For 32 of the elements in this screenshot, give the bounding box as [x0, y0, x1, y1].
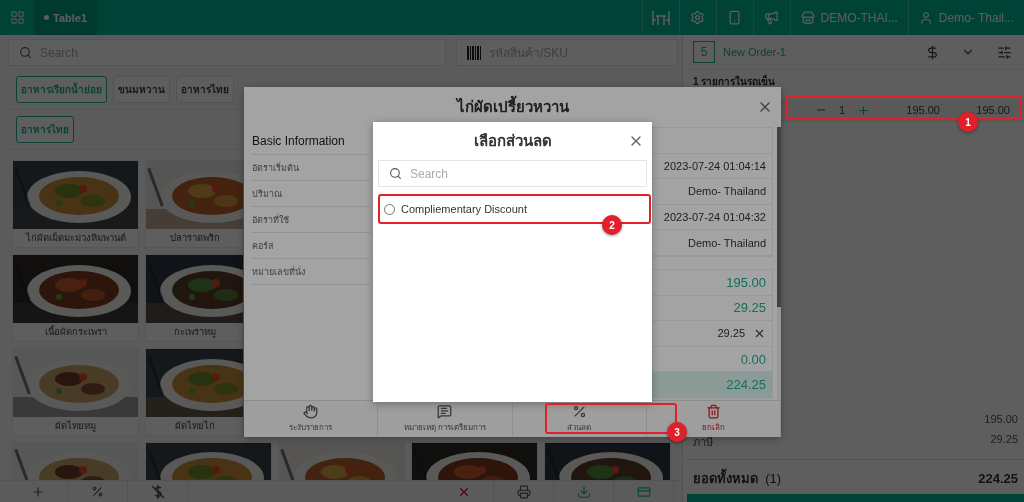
product-name: เนื้อผัดกระเพรา — [43, 324, 108, 339]
field-label: อัตราที่ใช้ — [252, 207, 370, 233]
discount-value: 29.25 — [717, 327, 745, 340]
product-name: ปลาราดพริก — [168, 231, 221, 245]
amount-value: 29.25 — [733, 300, 766, 316]
tax-label: ภาษี — [693, 435, 713, 450]
amount-value: 0.00 — [740, 351, 766, 367]
dialog-title: เลือกส่วนลด — [472, 131, 553, 151]
amount-value: 195.00 — [726, 274, 766, 290]
section-title: Basic Information — [252, 127, 370, 155]
subtotal-value: 195.00 — [984, 413, 1018, 425]
tax-value: 29.25 — [990, 433, 1018, 447]
detail-value: Demo- Thailand — [687, 236, 766, 249]
item-price: 195.00 — [905, 104, 940, 116]
field-label: คอร์ส — [252, 233, 370, 259]
item-total: 195.00 — [975, 104, 1010, 116]
detail-value: Demo- Thailand — [687, 185, 766, 198]
total-value: 224.25 — [978, 471, 1018, 486]
field-label: ปริมาณ — [252, 181, 370, 207]
product-name: ไก่ผัดเม็ดมะม่วงหิมพานต์ — [24, 231, 127, 245]
field-label: หมายเลขที่นั่ง — [252, 259, 370, 285]
total-label: ยอดทั้งหมด (1) — [693, 468, 782, 489]
order-count: 5 — [693, 41, 715, 63]
cart-count: 1 รายการในรถเข็น — [692, 73, 777, 89]
product-name: กะเพราหมู — [172, 325, 217, 340]
product-name: ผัดไทยหมู — [54, 419, 97, 434]
detail-value: 2023-07-24 01:04:32 — [663, 211, 766, 224]
total-value: 224.25 — [726, 377, 766, 393]
item-quantity: 1 — [837, 104, 846, 116]
detail-value: 2023-07-24 01:04:14 — [663, 159, 766, 172]
field-label: อัตราเริ่มต้น — [252, 155, 370, 181]
product-name: ผัดไทยไก่ — [173, 419, 216, 433]
